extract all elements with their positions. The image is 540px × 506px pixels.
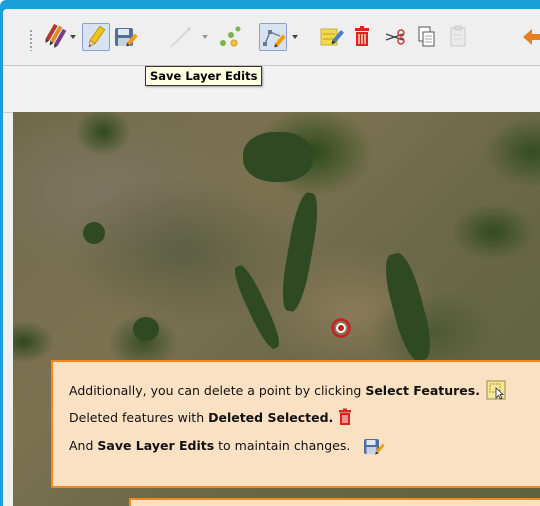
note-select-features-label: Select Features. bbox=[365, 383, 480, 398]
map-tree-line bbox=[229, 262, 285, 352]
qgis-window: Save Layer Edits Additionally, you can d… bbox=[3, 9, 540, 506]
paste-icon bbox=[450, 25, 466, 47]
digitize-dropdown-icon[interactable] bbox=[202, 35, 208, 39]
digitize-line-button[interactable] bbox=[167, 23, 195, 51]
note-line1-text: Additionally, you can delete a point by … bbox=[69, 383, 366, 398]
toolbar-grip-icon[interactable] bbox=[29, 29, 33, 51]
undo-arrow-icon bbox=[523, 29, 540, 45]
map-tree-line bbox=[379, 249, 437, 365]
multi-pencil-icon bbox=[45, 23, 67, 49]
add-point-feature-button[interactable] bbox=[216, 23, 244, 51]
edit-attributes-icon bbox=[320, 28, 344, 46]
note-line-select: Additionally, you can delete a point by … bbox=[69, 380, 506, 400]
current-edits-button[interactable] bbox=[43, 23, 71, 51]
trash-icon bbox=[339, 408, 352, 425]
save-layer-edits-button[interactable] bbox=[111, 23, 139, 51]
pencil-icon bbox=[88, 25, 106, 48]
vertex-tool-dropdown-icon[interactable] bbox=[292, 35, 298, 39]
map-tree bbox=[133, 317, 159, 341]
trash-icon bbox=[355, 26, 369, 46]
line-digitize-icon bbox=[170, 27, 191, 48]
tooltip-save-layer-edits: Save Layer Edits bbox=[145, 66, 263, 86]
note-line3-pre: And bbox=[69, 438, 98, 453]
select-features-icon bbox=[486, 380, 506, 400]
point-feature-marker[interactable] bbox=[331, 318, 351, 338]
add-point-icon bbox=[220, 26, 241, 47]
vertex-tool-icon bbox=[263, 30, 286, 48]
note-line-save: And Save Layer Edits to maintain changes… bbox=[69, 436, 385, 456]
save-layer-edits-icon bbox=[364, 439, 385, 455]
map-tree-line bbox=[277, 190, 323, 314]
note-line2-text: Deleted features with bbox=[69, 410, 209, 425]
save-layer-edits-icon bbox=[115, 28, 138, 47]
map-tree bbox=[83, 222, 105, 244]
secondary-toolbar bbox=[3, 66, 540, 113]
digitizing-toolbar bbox=[3, 9, 540, 66]
paste-features-button[interactable] bbox=[445, 23, 473, 51]
instruction-note: Additionally, you can delete a point by … bbox=[51, 360, 540, 488]
vertex-tool-button[interactable] bbox=[259, 23, 287, 51]
copy-features-button[interactable] bbox=[413, 23, 441, 51]
note-deleted-selected-label: Deleted Selected. bbox=[208, 410, 334, 425]
note-save-layer-edits-label: Save Layer Edits bbox=[97, 438, 215, 453]
note-line3-post: to maintain changes. bbox=[214, 438, 351, 453]
note-line-delete: Deleted features with Deleted Selected. bbox=[69, 408, 353, 426]
undo-button[interactable] bbox=[521, 23, 540, 51]
map-forest bbox=[243, 132, 313, 182]
copy-icon bbox=[418, 26, 435, 47]
delete-selected-button[interactable] bbox=[349, 23, 377, 51]
scissors-icon bbox=[385, 29, 405, 45]
current-edits-dropdown-icon[interactable] bbox=[70, 35, 76, 39]
instruction-note-continued bbox=[129, 498, 540, 506]
modify-attributes-button[interactable] bbox=[317, 23, 345, 51]
cut-features-button[interactable] bbox=[381, 23, 409, 51]
toggle-editing-button[interactable] bbox=[82, 23, 110, 51]
screenshot-frame: Save Layer Edits Additionally, you can d… bbox=[0, 0, 540, 506]
